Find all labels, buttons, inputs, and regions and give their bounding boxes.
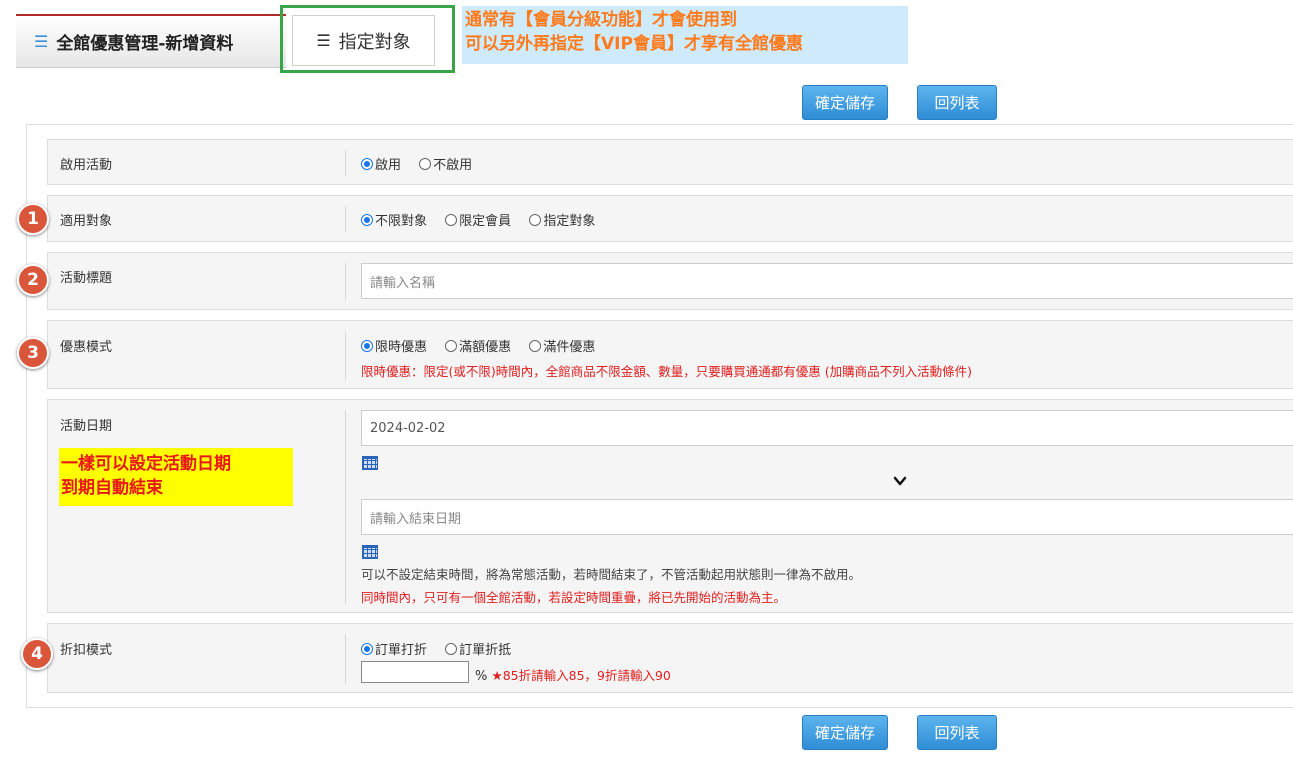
list-icon: ☰ (316, 31, 331, 50)
divider (345, 150, 346, 176)
row-title: 活動標題 請輸入名稱 (47, 252, 1293, 310)
radio-label: 啟用 (375, 158, 402, 173)
radio-mode-quantity[interactable]: 滿件優惠 (529, 336, 595, 355)
radio-label: 不限對象 (375, 214, 428, 229)
annotation-line: 一樣可以設定活動日期 (61, 454, 231, 474)
title-field-wrap: 請輸入名稱 (361, 263, 1293, 299)
radio-dot (529, 213, 542, 226)
step-marker-2: 2 (17, 264, 49, 296)
radio-discount-deduct[interactable]: 訂單折抵 (445, 639, 511, 658)
percent-sign: % (475, 669, 488, 684)
discount-value-input[interactable] (361, 661, 469, 683)
date-overlap-hint: 同時間內，只可有一個全館活動，若設定時間重疊，將已先開始的活動為主。 (361, 590, 787, 605)
radio-label: 滿額優惠 (459, 340, 512, 355)
radio-audience-members[interactable]: 限定會員 (445, 210, 511, 229)
divider (345, 410, 346, 604)
tab-target-highlight: ☰ 指定對象 (280, 5, 455, 73)
radio-dot (361, 157, 373, 170)
radio-label: 指定對象 (543, 214, 596, 229)
chevron-down-icon[interactable] (893, 475, 907, 487)
start-date-value: 2024-02-02 (370, 420, 446, 436)
step-marker-4: 4 (21, 638, 53, 670)
radio-label: 限時優惠 (375, 340, 428, 355)
radio-dot (529, 339, 542, 352)
radio-label: 滿件優惠 (543, 340, 596, 355)
divider (345, 206, 346, 232)
date-hint: 可以不設定結束時間，將為常態活動，若時間結束了，不管活動起用狀態則一律為不啟用。 (361, 567, 862, 582)
discount-fields: 訂單打折 訂單折抵 % ★85折請輸入85，9折請輸入90 (361, 624, 1293, 692)
start-date-input[interactable]: 2024-02-02 (361, 410, 1293, 446)
radio-discount-percent[interactable]: 訂單打折 (361, 639, 427, 658)
calendar-icon[interactable] (362, 456, 378, 470)
discount-radio-group: 訂單打折 訂單折抵 (361, 639, 525, 659)
save-button[interactable]: 確定儲存 (802, 715, 888, 750)
radio-dot (361, 642, 373, 655)
radio-label: 限定會員 (459, 214, 512, 229)
radio-dot (419, 157, 432, 170)
annotation-line: 通常有【會員分級功能】才會使用到 (465, 10, 737, 30)
divider (345, 331, 346, 381)
divider (345, 634, 346, 684)
field-label: 活動標題 (60, 271, 113, 286)
title-input[interactable]: 請輸入名稱 (361, 263, 1293, 299)
radio-audience-all[interactable]: 不限對象 (361, 210, 427, 229)
field-label: 活動日期 (60, 419, 113, 434)
radio-dot (445, 339, 458, 352)
radio-audience-specified[interactable]: 指定對象 (529, 210, 595, 229)
field-label: 適用對象 (60, 214, 113, 229)
tab-main-label: 全館優惠管理-新增資料 (56, 34, 234, 54)
divider (345, 263, 346, 301)
end-date-input[interactable]: 請輸入結束日期 (361, 499, 1293, 535)
back-to-list-button[interactable]: 回列表 (917, 715, 997, 750)
field-label: 優惠模式 (60, 340, 113, 355)
enable-radio-group: 啟用 不啟用 (361, 154, 1293, 174)
annotation-line: 可以另外再指定【VIP會員】才享有全館優惠 (465, 34, 803, 54)
audience-radio-group: 不限對象 限定會員 指定對象 (361, 210, 1293, 230)
mode-radio-group: 限時優惠 滿額優惠 滿件優惠 (361, 336, 1293, 356)
radio-dot (445, 213, 458, 226)
date-fields: 2024-02-02 請輸入結束日期 可以不設定結束時間，將為常態活動，若時間結… (361, 410, 1293, 610)
discount-hint: ★85折請輸入85，9折請輸入90 (491, 668, 671, 683)
row-date: 活動日期 2024-02-02 請輸入結束日期 可以不設定結束時間，將為常態活動… (47, 399, 1293, 613)
radio-mode-amount[interactable]: 滿額優惠 (445, 336, 511, 355)
calendar-icon[interactable] (362, 545, 378, 559)
end-date-placeholder: 請輸入結束日期 (370, 511, 462, 527)
radio-enable-on[interactable]: 啟用 (361, 154, 401, 173)
annotation-note-top: 通常有【會員分級功能】才會使用到 可以另外再指定【VIP會員】才享有全館優惠 (462, 6, 908, 64)
save-button[interactable]: 確定儲存 (802, 85, 888, 120)
tab-target[interactable]: ☰ 指定對象 (292, 15, 435, 66)
annotation-note-date: 一樣可以設定活動日期 到期自動結束 (59, 448, 293, 506)
row-discount: 折扣模式 訂單打折 訂單折抵 % ★85折請輸入85，9折請輸入90 (47, 623, 1293, 693)
step-marker-3: 3 (17, 337, 49, 369)
title-placeholder: 請輸入名稱 (370, 275, 436, 291)
tab-target-label: 指定對象 (338, 31, 411, 53)
radio-dot (361, 339, 373, 352)
row-audience: 適用對象 不限對象 限定會員 指定對象 (47, 195, 1293, 242)
radio-label: 訂單折抵 (459, 643, 512, 658)
back-to-list-button[interactable]: 回列表 (917, 85, 997, 120)
radio-label: 訂單打折 (375, 643, 428, 658)
radio-enable-off[interactable]: 不啟用 (419, 154, 472, 173)
radio-label: 不啟用 (433, 158, 473, 173)
annotation-line: 到期自動結束 (61, 478, 163, 498)
mode-hint: 限時優惠：限定(或不限)時間內，全館商品不限金額、數量，只要購買通通都有優惠 (… (361, 364, 972, 379)
step-marker-1: 1 (17, 203, 49, 235)
row-enable: 啟用活動 啟用 不啟用 (47, 139, 1293, 185)
radio-dot (445, 642, 458, 655)
radio-dot (361, 213, 373, 226)
tab-main[interactable]: ☰ 全館優惠管理-新增資料 (16, 14, 286, 68)
list-icon: ☰ (34, 32, 49, 51)
field-label: 啟用活動 (60, 158, 113, 173)
field-label: 折扣模式 (60, 643, 113, 658)
radio-mode-timed[interactable]: 限時優惠 (361, 336, 427, 355)
row-mode: 優惠模式 限時優惠 滿額優惠 滿件優惠 限時優惠：限定(或不限)時間內，全館商品… (47, 320, 1293, 389)
percent-unit: % ★85折請輸入85，9折請輸入90 (475, 665, 671, 684)
